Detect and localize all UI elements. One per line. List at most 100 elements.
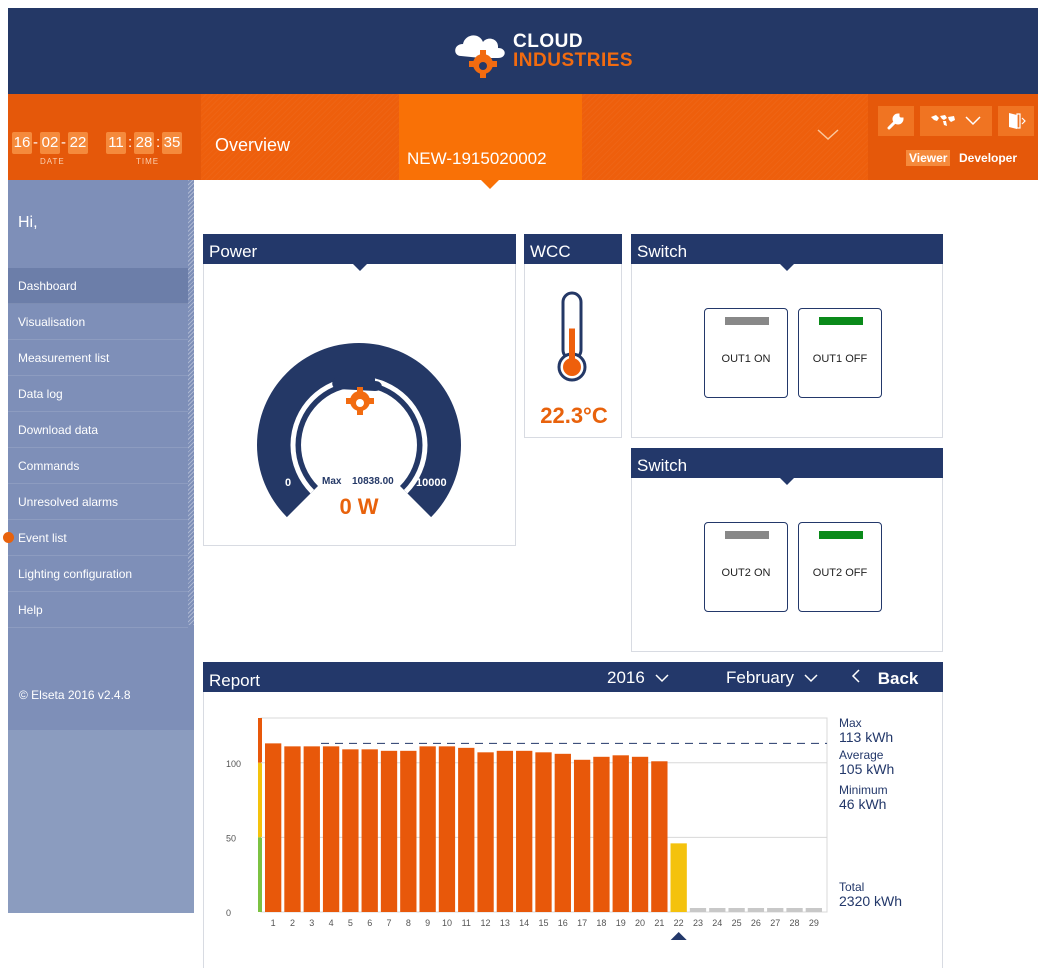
status-led xyxy=(819,317,863,325)
bar-day-25[interactable] xyxy=(728,908,745,912)
out2-on-label: OUT2 ON xyxy=(721,567,771,579)
developer-role-button[interactable]: Developer xyxy=(956,150,1020,166)
cloud-industries-logo[interactable]: CLOUD INDUSTRIES xyxy=(451,30,633,80)
sidebar-item-visualisation[interactable]: Visualisation xyxy=(8,304,188,340)
bar-day-14[interactable] xyxy=(516,750,533,912)
top-header: CLOUD INDUSTRIES xyxy=(8,8,1038,94)
bar-day-28[interactable] xyxy=(786,908,803,912)
wcc-panel-header: WCC xyxy=(524,234,622,264)
bar-day-1[interactable] xyxy=(265,743,282,912)
time-second: 35 xyxy=(162,132,182,154)
bar-day-16[interactable] xyxy=(554,753,571,912)
bar-day-6[interactable] xyxy=(361,749,378,912)
bar-day-21[interactable] xyxy=(651,761,668,912)
power-panel: Power 0 2500 5000 7500 10000 Max 10838.0… xyxy=(203,234,516,546)
back-button[interactable]: Back xyxy=(851,668,918,689)
tab-device[interactable]: NEW-1915020002 xyxy=(399,94,582,189)
date-separator: - xyxy=(61,134,66,151)
door-logout-icon xyxy=(1009,113,1026,129)
switch-panel-2: Switch OUT2 ON OUT2 OFF xyxy=(631,448,943,652)
year-dropdown[interactable]: 2016 xyxy=(607,668,670,688)
chevron-down-icon xyxy=(965,116,981,126)
bar-day-12[interactable] xyxy=(477,752,494,912)
out2-on-button[interactable]: OUT2 ON xyxy=(704,522,788,612)
out2-off-button[interactable]: OUT2 OFF xyxy=(798,522,882,612)
x-tick-label: 19 xyxy=(616,918,626,928)
bar-day-27[interactable] xyxy=(767,908,784,912)
viewer-role-button[interactable]: Viewer xyxy=(906,150,951,166)
month-dropdown[interactable]: February xyxy=(726,668,819,688)
sidebar-resize-handle[interactable] xyxy=(188,180,194,625)
sidebar-item-download-data[interactable]: Download data xyxy=(8,412,188,448)
stat-minimum: Minimum 46 kWh xyxy=(839,783,888,811)
x-tick-label: 9 xyxy=(425,918,430,928)
bar-day-13[interactable] xyxy=(496,750,514,912)
bar-day-9[interactable] xyxy=(419,746,436,912)
selected-day-marker-icon xyxy=(670,932,687,940)
bar-day-20[interactable] xyxy=(631,756,649,912)
stat-max: Max 113 kWh xyxy=(839,716,893,744)
axis-strip-mid xyxy=(258,762,262,838)
x-tick-label: 7 xyxy=(387,918,392,928)
bar-day-10[interactable] xyxy=(438,746,456,912)
switch-panel-header: Switch xyxy=(631,448,943,485)
x-tick-label: 14 xyxy=(519,918,529,928)
out1-off-button[interactable]: OUT1 OFF xyxy=(798,308,882,398)
bar-day-2[interactable] xyxy=(284,746,301,912)
bar-day-8[interactable] xyxy=(400,750,417,912)
device-dropdown-toggle[interactable] xyxy=(788,94,868,180)
sidebar-item-data-log[interactable]: Data log xyxy=(8,376,188,412)
language-map-dropdown[interactable] xyxy=(920,106,992,136)
x-tick-label: 13 xyxy=(500,918,510,928)
sidebar-item-unresolved-alarms[interactable]: Unresolved alarms xyxy=(8,484,188,520)
x-tick-label: 26 xyxy=(751,918,761,928)
x-tick-label: 25 xyxy=(732,918,742,928)
settings-button[interactable] xyxy=(878,106,914,136)
gauge-max-label: Max xyxy=(322,476,342,487)
stat-average-label: Average xyxy=(839,748,884,762)
report-panel-header: Report 2016 February Back xyxy=(203,662,943,699)
sidebar-item-help[interactable]: Help xyxy=(8,592,188,628)
bar-day-4[interactable] xyxy=(322,746,340,912)
bar-day-5[interactable] xyxy=(342,749,359,912)
bar-day-17[interactable] xyxy=(573,759,591,912)
sidebar-item-dashboard[interactable]: Dashboard xyxy=(8,268,188,304)
out1-on-label: OUT1 ON xyxy=(721,353,771,365)
axis-strip-low xyxy=(258,837,262,912)
sidebar-item-event-list[interactable]: Event list xyxy=(3,520,188,556)
gauge-arc xyxy=(257,342,461,518)
time-hour: 11 xyxy=(106,132,126,154)
status-led xyxy=(725,317,769,325)
switch-panel-title: Switch xyxy=(637,242,688,261)
bar-day-11[interactable] xyxy=(458,747,475,912)
tab-overview[interactable]: Overview xyxy=(201,94,399,180)
bar-day-23[interactable] xyxy=(689,908,707,912)
report-panel: 0 50 100 1 2 3 4 5 6 7 8 9 10 11 12 13 14 15 16 17 18 19 20 21 2… xyxy=(203,692,943,968)
date-month: 02 xyxy=(40,132,60,154)
out1-on-button[interactable]: OUT1 ON xyxy=(704,308,788,398)
bar-day-15[interactable] xyxy=(535,752,552,912)
x-tick-label: 3 xyxy=(309,918,314,928)
bar-day-26[interactable] xyxy=(747,908,765,912)
sidebar-item-lighting-configuration[interactable]: Lighting configuration xyxy=(8,556,188,592)
sidebar-item-label: Event list xyxy=(18,531,67,545)
navigation-bar: 16 - 02 - 22 11 : 28 : 35 DATE TIME Over… xyxy=(8,94,1038,189)
wcc-panel: WCC 22.3°C xyxy=(524,234,622,438)
bar-day-22[interactable] xyxy=(670,843,687,912)
sidebar-item-commands[interactable]: Commands xyxy=(8,448,188,484)
bar-day-3[interactable] xyxy=(303,746,320,912)
logout-button[interactable] xyxy=(998,106,1034,136)
date-year: 22 xyxy=(68,132,88,154)
date-caption: DATE xyxy=(40,157,65,166)
bar-day-19[interactable] xyxy=(612,755,629,912)
bar-day-29[interactable] xyxy=(805,908,822,912)
bar-day-7[interactable] xyxy=(380,750,398,912)
x-tick-label: 12 xyxy=(481,918,491,928)
x-tick-label: 8 xyxy=(406,918,411,928)
bar-day-18[interactable] xyxy=(593,756,610,912)
sidebar-item-measurement-list[interactable]: Measurement list xyxy=(8,340,188,376)
bar-day-24[interactable] xyxy=(709,908,726,912)
out1-off-label: OUT1 OFF xyxy=(812,353,868,365)
x-tick-label: 20 xyxy=(635,918,645,928)
date-time-clock: 16 - 02 - 22 11 : 28 : 35 DATE TIME xyxy=(8,94,201,180)
